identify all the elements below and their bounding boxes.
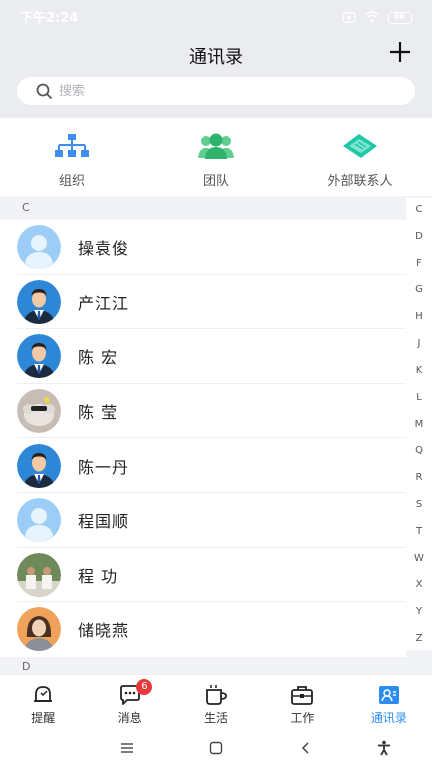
back-icon[interactable] bbox=[296, 738, 316, 758]
section-header-d: D bbox=[0, 657, 406, 674]
nav-life[interactable]: 生活 bbox=[173, 675, 259, 728]
quick-label: 团队 bbox=[202, 174, 229, 189]
status-icons: 88 bbox=[342, 8, 412, 27]
alpha-letter[interactable]: D bbox=[415, 231, 423, 242]
man-suit-avatar bbox=[17, 443, 61, 488]
alpha-letter[interactable]: T bbox=[416, 526, 422, 537]
contact-name: 储晓燕 bbox=[78, 621, 130, 641]
woman-avatar bbox=[17, 607, 61, 652]
alpha-letter[interactable]: S bbox=[416, 499, 422, 510]
alpha-letter[interactable]: J bbox=[418, 338, 421, 349]
plus-icon bbox=[390, 42, 410, 62]
search-icon bbox=[35, 82, 53, 100]
alpha-letter[interactable]: M bbox=[415, 419, 424, 430]
team-entry[interactable]: 团队 bbox=[144, 118, 288, 196]
nav-reminder[interactable]: 提醒 bbox=[0, 675, 86, 728]
page-title: 通讯录 bbox=[189, 47, 243, 68]
default-avatar bbox=[17, 498, 61, 543]
section-header-c: C bbox=[0, 196, 406, 220]
contact-row[interactable]: 陈 莹 bbox=[0, 384, 406, 439]
contact-list: 操袁俊 产江江 陈 宏 陈 莹 陈一丹 程国顺 程 功 储晓燕 bbox=[0, 220, 406, 657]
nav-label: 提醒 bbox=[31, 711, 56, 725]
alpha-letter[interactable]: R bbox=[416, 472, 423, 483]
contact-name: 陈一丹 bbox=[78, 457, 130, 477]
nav-label: 生活 bbox=[204, 711, 229, 725]
alpha-letter[interactable]: C bbox=[416, 204, 423, 215]
status-time: 下午2:24 bbox=[20, 11, 79, 26]
org-chart-icon bbox=[53, 132, 91, 160]
nav-label: 工作 bbox=[290, 711, 315, 725]
man-suit-avatar bbox=[17, 334, 61, 379]
alpha-letter[interactable]: H bbox=[415, 311, 423, 322]
bell-icon bbox=[30, 683, 56, 707]
alpha-letter[interactable]: L bbox=[416, 392, 422, 403]
unread-badge: 6 bbox=[136, 679, 153, 695]
contact-name: 产江江 bbox=[78, 293, 130, 313]
search-input[interactable] bbox=[59, 83, 379, 99]
alpha-letter[interactable]: K bbox=[416, 365, 423, 376]
accessibility-icon[interactable] bbox=[374, 738, 394, 758]
contact-row[interactable]: 陈一丹 bbox=[0, 438, 406, 493]
nav-work[interactable]: 工作 bbox=[259, 675, 345, 728]
battery-level: 88 bbox=[393, 11, 406, 21]
default-avatar bbox=[17, 225, 61, 270]
alpha-letter[interactable]: W bbox=[414, 553, 424, 564]
contact-row[interactable]: 程国顺 bbox=[0, 493, 406, 548]
bottom-nav: 提醒 6 消息 生活 工作 通讯录 bbox=[0, 674, 432, 728]
home-icon[interactable] bbox=[206, 738, 226, 758]
alphabet-index[interactable]: C D F G H J K L M Q R S T W X Y Z bbox=[406, 198, 432, 650]
contact-name: 程 功 bbox=[78, 566, 119, 586]
quick-entries: 组织 团队 外部联系人 bbox=[0, 118, 432, 196]
quick-label: 外部联系人 bbox=[327, 174, 393, 189]
alpha-letter[interactable]: Q bbox=[415, 445, 423, 456]
add-button[interactable] bbox=[386, 38, 414, 66]
alpha-letter[interactable]: Y bbox=[416, 606, 422, 617]
contact-row[interactable]: 产江江 bbox=[0, 275, 406, 330]
alpha-letter[interactable]: F bbox=[416, 258, 422, 269]
alpha-letter[interactable]: G bbox=[415, 284, 423, 295]
contact-name: 程国顺 bbox=[78, 512, 130, 532]
contacts-icon bbox=[376, 683, 402, 707]
org-entry[interactable]: 组织 bbox=[0, 118, 144, 196]
contact-name: 陈 莹 bbox=[78, 403, 119, 423]
contact-name: 操袁俊 bbox=[78, 239, 130, 259]
group-photo-avatar bbox=[17, 552, 61, 597]
team-icon bbox=[197, 132, 235, 160]
status-bar: 下午2:24 88 bbox=[0, 0, 432, 30]
quick-label: 组织 bbox=[58, 174, 85, 189]
briefcase-icon bbox=[289, 683, 315, 707]
man-suit-avatar bbox=[17, 279, 61, 324]
search-bar[interactable] bbox=[17, 77, 415, 105]
battery-icon: 88 bbox=[388, 11, 412, 24]
nav-contacts[interactable]: 通讯录 bbox=[346, 675, 432, 728]
contact-row[interactable]: 陈 宏 bbox=[0, 329, 406, 384]
contact-row[interactable]: 程 功 bbox=[0, 548, 406, 603]
cup-icon bbox=[203, 683, 229, 707]
contact-row[interactable]: 储晓燕 bbox=[0, 602, 406, 657]
nav-label: 消息 bbox=[117, 711, 142, 725]
external-contacts-entry[interactable]: 外部联系人 bbox=[288, 118, 432, 196]
system-nav-bar bbox=[0, 728, 432, 768]
contact-name: 陈 宏 bbox=[78, 348, 119, 368]
nav-messages[interactable]: 6 消息 bbox=[86, 675, 172, 728]
external-contacts-icon bbox=[341, 132, 379, 160]
wifi-icon bbox=[364, 8, 380, 27]
alpha-letter[interactable]: X bbox=[416, 579, 423, 590]
screen-record-icon bbox=[342, 8, 356, 27]
menu-icon[interactable] bbox=[117, 738, 137, 758]
contact-row[interactable]: 操袁俊 bbox=[0, 220, 406, 275]
photo-avatar bbox=[17, 389, 61, 434]
nav-label: 通讯录 bbox=[370, 711, 407, 725]
alpha-letter[interactable]: Z bbox=[416, 633, 423, 644]
header: 通讯录 bbox=[0, 30, 432, 118]
